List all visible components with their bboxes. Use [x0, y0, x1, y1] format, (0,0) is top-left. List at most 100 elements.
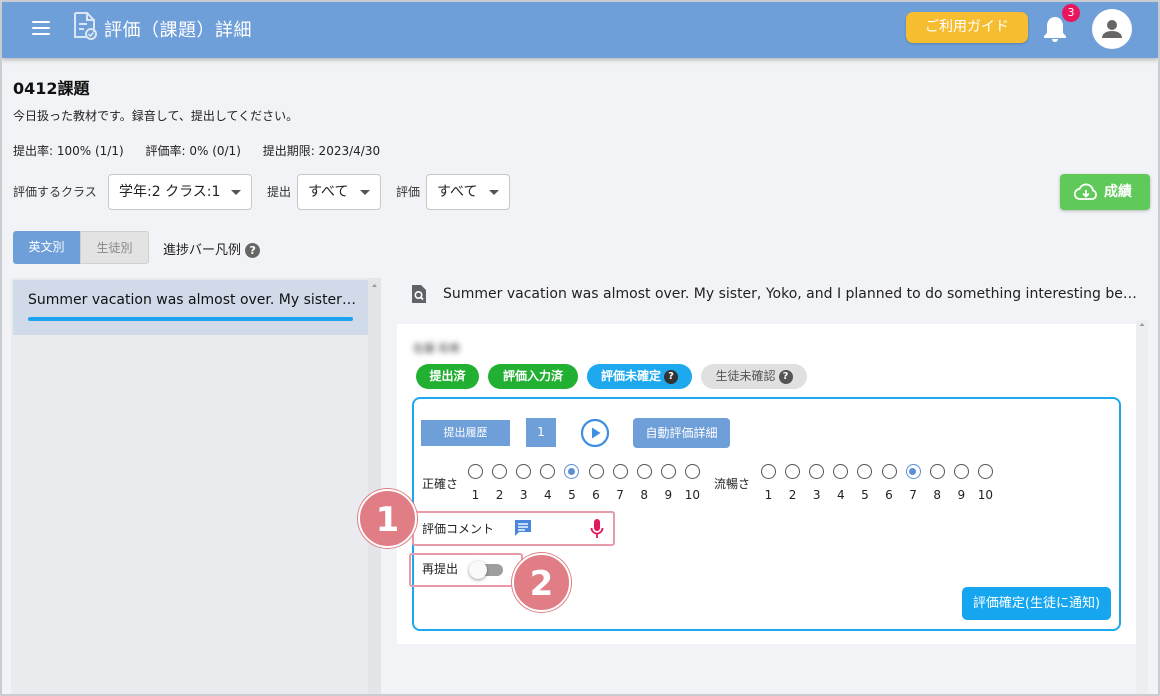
- accuracy-radio-9[interactable]: [660, 464, 676, 479]
- accuracy-radio-7[interactable]: [612, 464, 628, 479]
- accuracy-scale-label-3: 3: [519, 488, 528, 502]
- menu-icon[interactable]: [32, 21, 50, 35]
- accuracy-scale-label-1: 1: [471, 488, 480, 502]
- list-item[interactable]: Summer vacation was almost over. My sist…: [13, 280, 368, 335]
- status-badge-unconfirmed-label: 評価未確定: [600, 369, 661, 383]
- app-frame: 評価（課題）詳細 ご利用ガイド 3 0412課題 今日扱った教材です。録音して、…: [0, 0, 1160, 696]
- progress-bar: [28, 317, 353, 321]
- sentence-list: [11, 278, 368, 694]
- accuracy-radio-8[interactable]: [636, 464, 652, 479]
- grade-button[interactable]: 成績: [1060, 174, 1150, 210]
- status-badge-entered: 評価入力済: [488, 364, 578, 389]
- help-icon[interactable]: ?: [778, 369, 793, 384]
- app-header: 評価（課題）詳細 ご利用ガイド 3: [2, 2, 1158, 58]
- fluency-radio-2[interactable]: [785, 464, 801, 479]
- accuracy-scale-label-5: 5: [568, 488, 576, 502]
- guide-button[interactable]: ご利用ガイド: [906, 12, 1028, 43]
- accuracy-scale-label-8: 8: [640, 488, 648, 502]
- status-badge-unconfirmed: 評価未確定?: [587, 364, 692, 389]
- page-header-title: 評価（課題）詳細: [104, 20, 252, 41]
- sentence-list-scrollbar[interactable]: [368, 278, 381, 694]
- submit-select[interactable]: すべて: [297, 174, 381, 210]
- auto-eval-detail-button[interactable]: 自動評価詳細: [633, 418, 730, 448]
- class-select-value: 学年:2 クラス:1: [119, 184, 221, 200]
- fluency-radio-10[interactable]: [977, 464, 993, 479]
- fluency-label: 流暢さ: [714, 477, 751, 491]
- help-icon[interactable]: ?: [664, 369, 678, 384]
- fluency-scale-label-4: 4: [836, 488, 845, 502]
- search-document-icon: [410, 284, 428, 308]
- student-name: 佐藤 和希: [413, 342, 461, 355]
- chevron-down-icon: [231, 190, 241, 195]
- submission-history-label: 提出履歴: [421, 420, 510, 446]
- selected-sentence: Summer vacation was almost over. My sist…: [443, 286, 1141, 302]
- submission-history-item[interactable]: 1: [526, 418, 556, 447]
- status-badge-submitted: 提出済: [416, 364, 479, 389]
- status-badge-student-unchecked-label: 生徒未確認: [715, 369, 776, 383]
- user-icon[interactable]: [1092, 9, 1132, 49]
- fluency-radio-1[interactable]: [761, 464, 776, 479]
- evaluation-rate: 評価率: 0% (0/1): [145, 144, 241, 158]
- class-select[interactable]: 学年:2 クラス:1: [108, 174, 252, 210]
- fluency-scale-label-1: 1: [764, 488, 773, 502]
- fluency-scale-label-10: 10: [977, 488, 994, 502]
- class-filter-label: 評価するクラス: [13, 185, 97, 199]
- fluency-radio-7[interactable]: [905, 464, 921, 479]
- eval-select[interactable]: すべて: [426, 174, 510, 210]
- accuracy-scale-label-2: 2: [495, 488, 504, 502]
- eval-filter-label: 評価: [396, 185, 421, 199]
- chevron-down-icon: [489, 190, 499, 195]
- fluency-scale-label-8: 8: [933, 488, 941, 502]
- chat-icon[interactable]: [513, 519, 533, 541]
- fluency-radio-6[interactable]: [881, 464, 897, 479]
- eval-select-value: すべて: [437, 184, 478, 200]
- assignment-title: 0412課題: [13, 79, 90, 98]
- chevron-down-icon: [360, 190, 370, 195]
- fluency-scale-label-7: 7: [909, 488, 917, 502]
- accuracy-radio-6[interactable]: [588, 464, 604, 479]
- accuracy-label: 正確さ: [422, 477, 459, 491]
- document-check-icon: [72, 12, 98, 44]
- cloud-download-icon: [1074, 183, 1097, 200]
- fluency-scale-label-5: 5: [861, 488, 869, 502]
- play-icon[interactable]: [580, 418, 610, 452]
- fluency-scale-label-2: 2: [788, 488, 797, 502]
- resubmit-toggle[interactable]: [469, 561, 505, 579]
- assignment-description: 今日扱った教材です。録音して、提出してください。: [13, 109, 299, 123]
- notification-badge: 3: [1062, 4, 1080, 22]
- tab-by-student[interactable]: 生徒別: [80, 231, 149, 264]
- accuracy-scale-label-9: 9: [664, 488, 673, 502]
- submission-rate: 提出率: 100% (1/1): [13, 144, 124, 158]
- resubmit-label: 再提出: [422, 562, 459, 576]
- grade-button-label: 成績: [1104, 184, 1132, 200]
- accuracy-scale-label-4: 4: [543, 488, 552, 502]
- progress-legend[interactable]: 進捗バー凡例 ?: [163, 239, 261, 258]
- status-badge-entered-label: 評価入力済: [502, 369, 563, 383]
- status-badge-submitted-label: 提出済: [429, 369, 466, 383]
- accuracy-scale-label-10: 10: [684, 488, 701, 502]
- accuracy-radio-1[interactable]: [468, 464, 483, 479]
- toggle-thumb: [469, 561, 487, 579]
- submit-filter-label: 提出: [267, 185, 292, 199]
- fluency-scale-label-9: 9: [957, 488, 966, 502]
- callout-marker-2: 2: [512, 553, 571, 612]
- assignment-stats: 提出率: 100% (1/1) 評価率: 0% (0/1) 提出期限: 2023…: [13, 142, 398, 159]
- comment-label: 評価コメント: [422, 522, 495, 536]
- fluency-radio-8[interactable]: [929, 464, 945, 479]
- mic-icon[interactable]: [590, 518, 604, 544]
- help-icon[interactable]: ?: [245, 243, 261, 258]
- accuracy-radio-2[interactable]: [492, 464, 508, 479]
- confirm-evaluation-button[interactable]: 評価確定(生徒に通知): [962, 587, 1111, 620]
- fluency-radio-9[interactable]: [953, 464, 969, 479]
- tab-by-sentence[interactable]: 英文別: [13, 231, 80, 264]
- accuracy-radio-10[interactable]: [684, 464, 700, 479]
- progress-legend-label: 進捗バー凡例: [163, 243, 242, 258]
- accuracy-scale-label-6: 6: [592, 488, 600, 502]
- fluency-scale-label-6: 6: [885, 488, 893, 502]
- callout-marker-1: 1: [358, 489, 417, 548]
- fluency-scale-label-3: 3: [812, 488, 821, 502]
- submit-select-value: すべて: [308, 184, 349, 200]
- accuracy-scale-label-7: 7: [616, 488, 624, 502]
- status-badge-student-unchecked: 生徒未確認?: [701, 364, 807, 389]
- detail-scrollbar[interactable]: [1136, 320, 1148, 694]
